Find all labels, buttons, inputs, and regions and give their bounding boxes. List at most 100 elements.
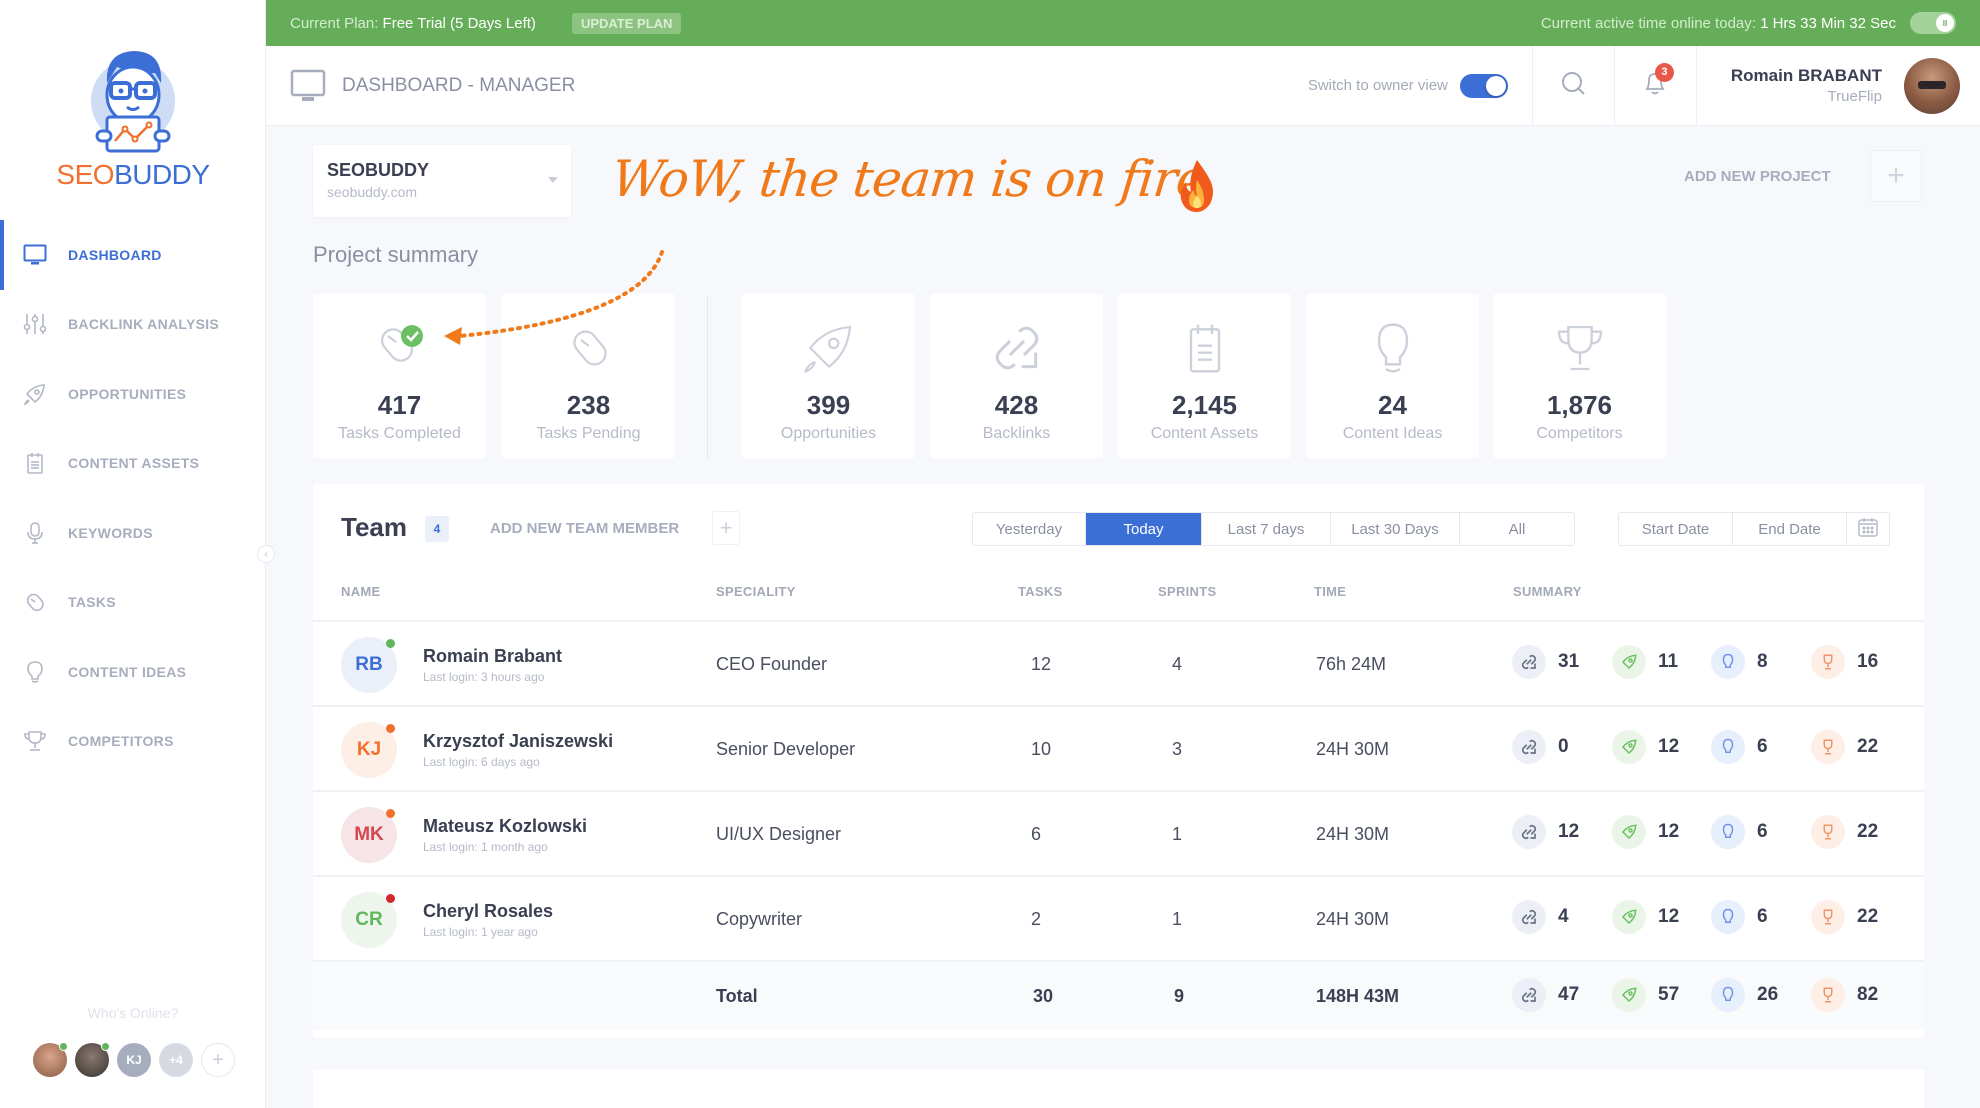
tab-today[interactable]: Today xyxy=(1086,513,1202,545)
mascot-logo-icon xyxy=(91,51,175,153)
sidebar-item-competitors[interactable]: COMPETITORS xyxy=(0,707,266,777)
tab-last-30-days[interactable]: Last 30 Days xyxy=(1331,513,1460,545)
lightbulb-icon xyxy=(1711,900,1745,934)
search-button[interactable] xyxy=(1531,45,1614,126)
summary-backlink: 47 xyxy=(1512,978,1579,1012)
online-status-dot xyxy=(101,1042,110,1051)
update-plan-button[interactable]: UPDATE PLAN xyxy=(571,12,682,34)
rocket-icon xyxy=(1612,978,1646,1012)
member-avatar[interactable]: MK xyxy=(341,807,397,863)
user-menu[interactable]: Romain BRABANT TrueFlip xyxy=(1695,45,1980,126)
more-online-users[interactable]: +4 xyxy=(159,1043,193,1077)
stat-card-competitors[interactable]: 1,876 Competitors xyxy=(1493,294,1666,458)
team-member-row[interactable]: CR Cheryl Rosales Last login: 1 year ago… xyxy=(313,875,1924,960)
stat-card-opportunities[interactable]: 399 Opportunities xyxy=(742,294,915,458)
online-users: KJ +4 + xyxy=(33,1042,235,1077)
sidebar-item-content-ideas[interactable]: CONTENT IDEAS xyxy=(0,637,266,707)
column-header-sprints[interactable]: SPRINTS xyxy=(1158,584,1216,599)
sidebar-item-opportunities[interactable]: OPPORTUNITIES xyxy=(0,359,266,429)
sidebar-item-content-assets[interactable]: CONTENT ASSETS xyxy=(0,429,266,499)
add-team-member-button[interactable]: + xyxy=(712,511,740,545)
plan-bar: Current Plan: Free Trial (5 Days Left) U… xyxy=(266,0,1980,46)
member-name[interactable]: Krzysztof Janiszewski xyxy=(423,731,613,752)
rocket-icon xyxy=(1612,815,1646,849)
tab-yesterday[interactable]: Yesterday xyxy=(973,513,1086,545)
summary-value: 47 xyxy=(1558,984,1580,1005)
pause-timer-toggle[interactable] xyxy=(1910,12,1956,34)
rocket-icon xyxy=(742,316,915,380)
member-avatar[interactable]: CR xyxy=(341,892,397,948)
add-new-project-link[interactable]: ADD NEW PROJECT xyxy=(1684,168,1831,185)
plan-value: Free Trial (5 Days Left) xyxy=(382,14,536,32)
member-name[interactable]: Cheryl Rosales xyxy=(423,901,553,922)
summary-lightbulb: 6 xyxy=(1711,815,1768,849)
member-avatar[interactable]: RB xyxy=(341,637,397,693)
team-count-badge: 4 xyxy=(425,516,449,542)
sidebar-item-label: TASKS xyxy=(68,594,116,611)
column-header-summary[interactable]: SUMMARY xyxy=(1513,584,1582,599)
stat-card-content-assets[interactable]: 2,145 Content Assets xyxy=(1118,294,1291,458)
plus-icon: + xyxy=(1887,159,1905,192)
owner-view-toggle[interactable] xyxy=(1459,73,1508,98)
user-avatar[interactable] xyxy=(1904,57,1960,114)
stat-label: Opportunities xyxy=(780,425,877,442)
member-avatar[interactable]: KJ xyxy=(341,722,397,778)
rocket-icon xyxy=(1612,900,1646,934)
member-speciality: Copywriter xyxy=(716,909,803,929)
stat-label: Competitors xyxy=(1536,425,1623,442)
summary-value: 4 xyxy=(1558,906,1569,927)
add-online-user-button[interactable]: + xyxy=(201,1043,235,1077)
member-name[interactable]: Mateusz Kozlowski xyxy=(423,816,587,837)
page-title: DASHBOARD - MANAGER xyxy=(342,74,576,96)
column-header-speciality[interactable]: SPECIALITY xyxy=(716,584,796,599)
caret-down-icon xyxy=(548,177,558,183)
member-tasks: 10 xyxy=(1031,739,1052,759)
member-last-login: Last login: 1 year ago xyxy=(423,925,538,939)
app-root: SEOBUDDY DASHBOARD BACKLINK ANALYSIS OPP… xyxy=(0,0,1980,1108)
calendar-button[interactable] xyxy=(1847,513,1889,545)
plan-label: Current Plan: xyxy=(290,14,379,32)
sidebar-item-keywords[interactable]: KEYWORDS xyxy=(0,498,266,568)
end-date-input[interactable]: End Date xyxy=(1733,513,1847,545)
team-member-row[interactable]: KJ Krzysztof Janiszewski Last login: 6 d… xyxy=(313,705,1924,790)
online-user-avatar[interactable]: KJ xyxy=(117,1043,151,1077)
column-header-tasks[interactable]: TASKS xyxy=(1018,584,1063,599)
summary-value: 22 xyxy=(1857,821,1879,842)
tab-last-7-days[interactable]: Last 7 days xyxy=(1202,513,1331,545)
member-tasks: 2 xyxy=(1031,909,1042,929)
project-url: seobuddy.com xyxy=(327,184,418,200)
team-total-row: Total 30 9 148H 43M 47 57 26 82 xyxy=(313,960,1924,1030)
lightbulb-icon xyxy=(1711,978,1745,1012)
sidebar-item-tasks[interactable]: TASKS xyxy=(0,568,266,638)
trophy-icon xyxy=(1493,316,1666,380)
stat-card-backlinks[interactable]: 428 Backlinks xyxy=(930,294,1103,458)
date-range-tabs: Yesterday Today Last 7 days Last 30 Days… xyxy=(972,512,1575,546)
next-panel xyxy=(313,1070,1924,1108)
summary-trophy: 82 xyxy=(1811,978,1878,1012)
team-member-row[interactable]: RB Romain Brabant Last login: 3 hours ag… xyxy=(313,620,1924,705)
tab-all[interactable]: All xyxy=(1460,513,1574,545)
sidebar-item-dashboard[interactable]: DASHBOARD xyxy=(0,220,266,290)
online-user-avatar[interactable] xyxy=(75,1042,110,1077)
member-time: 76h 24M xyxy=(1316,654,1387,674)
notifications-button[interactable]: 3 xyxy=(1613,45,1696,126)
clipboard-icon xyxy=(1118,316,1291,380)
add-new-project-button[interactable]: + xyxy=(1870,150,1922,202)
start-date-input[interactable]: Start Date xyxy=(1619,513,1733,545)
status-dot xyxy=(386,639,395,648)
column-header-time[interactable]: TIME xyxy=(1314,584,1346,599)
sidebar-item-backlink-analysis[interactable]: BACKLINK ANALYSIS xyxy=(0,290,266,360)
collapse-sidebar-button[interactable]: ‹ xyxy=(257,545,275,563)
column-header-name[interactable]: NAME xyxy=(341,584,380,599)
logo[interactable]: SEOBUDDY xyxy=(0,45,266,191)
stat-card-content-ideas[interactable]: 24 Content Ideas xyxy=(1306,294,1479,458)
summary-lightbulb: 8 xyxy=(1711,645,1768,679)
online-user-avatar[interactable] xyxy=(33,1042,68,1077)
team-member-row[interactable]: MK Mateusz Kozlowski Last login: 1 month… xyxy=(313,790,1924,875)
project-selector[interactable]: SEOBUDDY seobuddy.com xyxy=(313,145,571,217)
summary-value: 57 xyxy=(1658,984,1680,1005)
member-name[interactable]: Romain Brabant xyxy=(423,646,562,667)
member-last-login: Last login: 6 days ago xyxy=(423,755,540,769)
plus-icon: + xyxy=(719,515,733,540)
add-team-member-link[interactable]: ADD NEW TEAM MEMBER xyxy=(490,520,679,537)
